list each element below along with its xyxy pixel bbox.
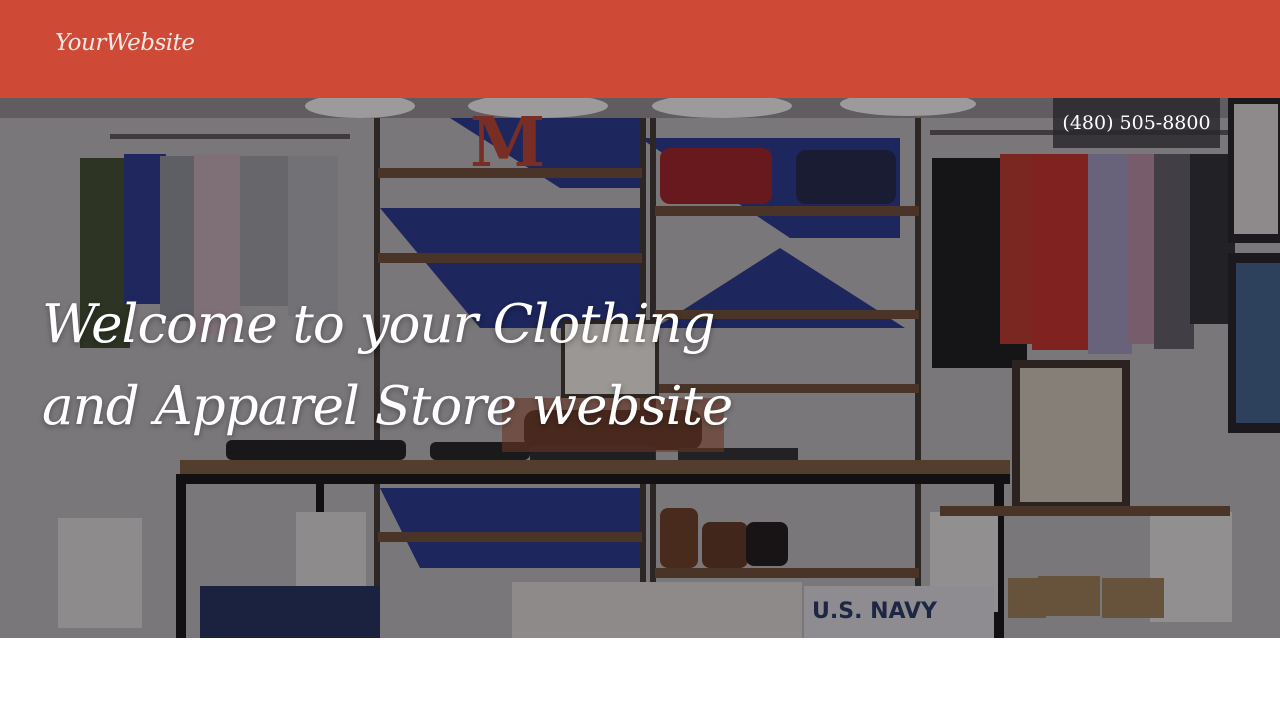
site-header: YourWebsite xyxy=(0,0,1280,98)
page-below-hero xyxy=(0,638,1280,720)
phone-number-button[interactable]: (480) 505-8800 xyxy=(1053,98,1220,148)
site-logo[interactable]: YourWebsite xyxy=(55,30,195,56)
hero-headline: Welcome to your Clothing and Apparel Sto… xyxy=(42,294,733,437)
phone-number-text: (480) 505-8800 xyxy=(1062,112,1211,134)
hero-section: M U.S. NAVY (480) 505-8800 Welcome to yo… xyxy=(0,98,1280,638)
